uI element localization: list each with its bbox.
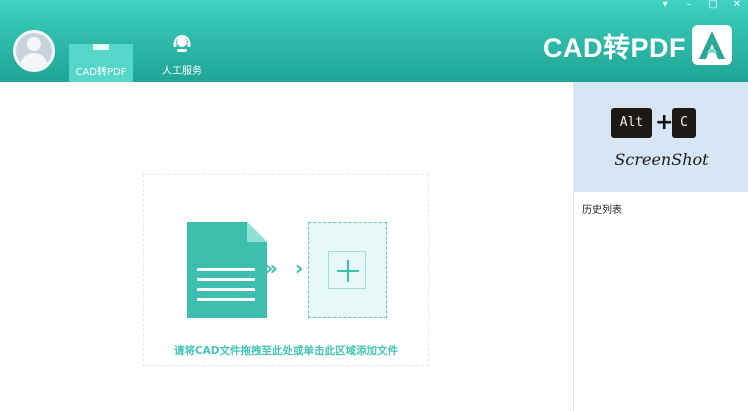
plus-sign: + xyxy=(655,110,674,135)
screenshot-label: ScreenShot xyxy=(614,150,709,169)
plus-icon xyxy=(337,260,359,282)
dropdown-menu-icon[interactable]: ▾ xyxy=(660,0,670,11)
double-chevron-right-icon: » xyxy=(265,256,278,280)
avatar-head-shape xyxy=(27,37,41,51)
tab-manual-service[interactable]: 人工服务 xyxy=(150,32,214,82)
brand-title: CAD转PDF xyxy=(543,32,686,63)
screenshot-shortcut-banner[interactable]: Alt + C ScreenShot xyxy=(574,82,748,192)
c-key: C xyxy=(672,108,696,138)
app-window: ▾ – □ ✕ CAD转PDF 人工服务 CAD转PDF » › 请将CAD文件… xyxy=(0,0,748,411)
brand-logo-icon xyxy=(692,25,732,65)
alt-key: Alt xyxy=(611,108,652,138)
tab-label: CAD转PDF xyxy=(75,67,127,78)
chevron-right-icon: › xyxy=(295,256,304,280)
side-panel: Alt + C ScreenShot 历史列表 xyxy=(573,82,748,411)
minimize-icon[interactable]: – xyxy=(684,0,694,11)
window-controls: ▾ – □ ✕ xyxy=(660,0,742,12)
brand: CAD转PDF xyxy=(543,24,732,66)
add-file-button[interactable] xyxy=(308,222,387,318)
header-bar: ▾ – □ ✕ CAD转PDF 人工服务 CAD转PDF xyxy=(0,0,748,82)
add-file-frame xyxy=(328,251,366,289)
headset-icon xyxy=(173,35,191,52)
file-document-icon xyxy=(187,222,267,318)
history-list-title: 历史列表 xyxy=(582,205,622,216)
avatar[interactable] xyxy=(13,30,55,72)
file-drop-zone[interactable]: » › 请将CAD文件拖拽至此处或单击此区域添加文件 xyxy=(143,174,429,366)
history-list[interactable] xyxy=(574,218,748,411)
tab-cad-to-pdf[interactable]: CAD转PDF xyxy=(69,44,133,82)
tab-label: 人工服务 xyxy=(162,66,202,77)
document-icon xyxy=(93,44,109,50)
maximize-icon[interactable]: □ xyxy=(708,0,718,11)
drop-hint-text: 请将CAD文件拖拽至此处或单击此区域添加文件 xyxy=(173,345,399,357)
avatar-body-shape xyxy=(20,53,48,69)
main-content: » › 请将CAD文件拖拽至此处或单击此区域添加文件 xyxy=(0,82,573,411)
close-icon[interactable]: ✕ xyxy=(732,0,742,11)
